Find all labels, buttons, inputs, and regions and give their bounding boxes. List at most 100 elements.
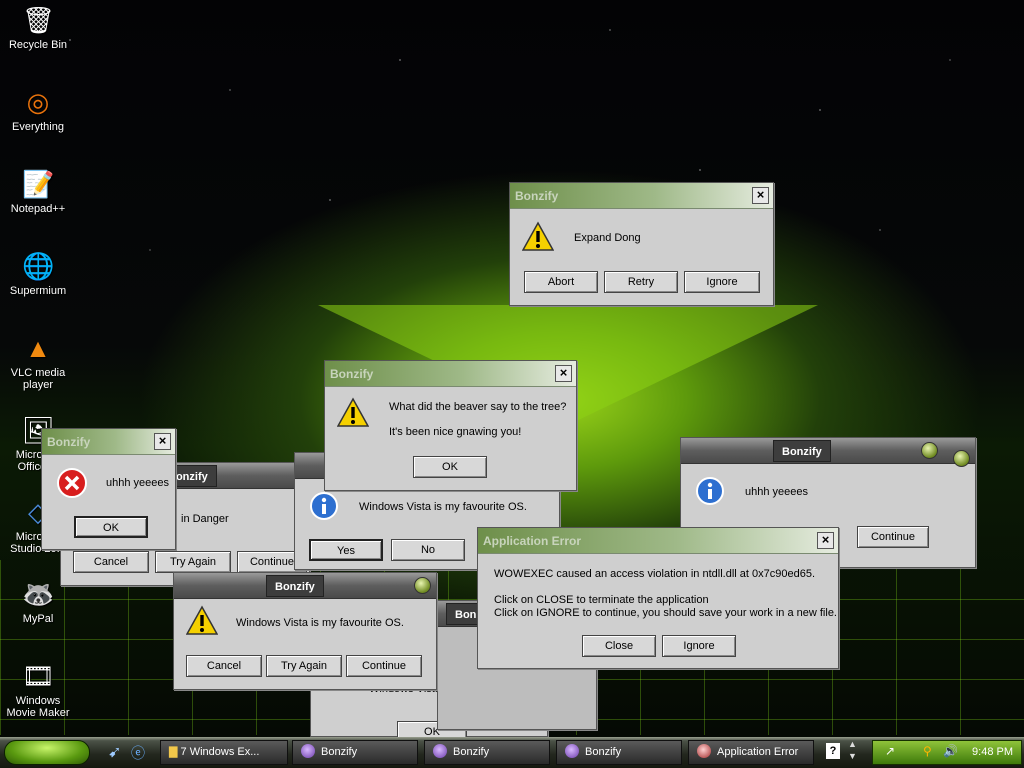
start-button[interactable] [4,740,90,765]
taskbar-item-bonzify-1[interactable]: Bonzify [292,740,418,765]
bonzi-icon [565,744,579,758]
dialog-title: Bonzify [330,367,374,381]
desktop-icon-vlc[interactable]: ▲ VLC media player [0,332,76,391]
dialog-title: Bonzify [266,575,324,597]
dialog-titlebar: Bonzify × [325,361,576,387]
down-arrow-icon[interactable]: ▼ [848,751,857,761]
search-tray-icon[interactable]: ⚲ [923,744,932,758]
taskbar-item-label: Bonzify [453,746,490,758]
taskbar-item-bonzify-2[interactable]: Bonzify [424,740,550,765]
continue-button[interactable]: Continue [346,655,422,677]
dialog-message: Windows Vista is my favourite OS. [359,501,527,513]
vlc-cone-icon: ▲ [25,333,51,363]
info-icon [696,477,724,505]
desktop-icon-label: Notepad++ [10,203,66,215]
info-icon [310,492,338,520]
dialog-titlebar: Bonzify × [42,429,175,455]
minimize-orb-icon[interactable] [921,442,938,459]
warning-icon [522,221,554,251]
error-line-2: Click on CLOSE to terminate the applicat… [494,594,709,606]
close-orb-icon[interactable] [414,577,431,594]
dialog-message: in Danger [181,513,229,525]
close-button[interactable]: Close [582,635,656,657]
warning-icon [186,605,218,635]
dialog-title: Bonzify [773,440,831,462]
folder-icon: ▇ [169,746,181,758]
try-again-button[interactable]: Try Again [155,551,231,573]
dialog-title: Bonzify [515,189,559,203]
dialog-title: Application Error [483,534,582,548]
desktop-icon-label: MyPal [22,613,54,625]
error-line-3: Click on IGNORE to continue, you should … [494,607,837,619]
desktop-icon-recycle-bin[interactable]: 🗑 Recycle Bin [0,4,76,51]
retry-button[interactable]: Retry [604,271,678,293]
close-icon[interactable]: × [555,365,572,382]
desktop-icon-everything[interactable]: ◎ Everything [0,86,76,133]
desktop-icon-label: Windows Movie Maker [6,695,70,719]
dialog-message: Expand Dong [574,232,641,244]
dialog-titlebar: Bonzify [681,438,975,467]
yes-button[interactable]: Yes [309,539,383,561]
mypal-icon: 🦝 [22,579,55,609]
warning-icon [337,397,369,427]
internet-explorer-icon[interactable]: ⓔ [131,743,145,763]
system-tray: ↗ ⚲ 🔊 9:48 PM [872,740,1022,765]
clock[interactable]: 9:48 PM [972,746,1013,758]
dialog-titlebar: Bonzify [174,573,436,599]
tray-arrow-icon[interactable]: ↗ [885,744,895,758]
ignore-button[interactable]: Ignore [684,271,760,293]
volume-icon[interactable]: 🔊 [943,744,958,758]
close-icon[interactable]: × [817,532,834,549]
supermium-icon: 🌐 [22,251,55,281]
close-icon[interactable]: × [154,433,171,450]
taskbar-item-label: Bonzify [585,746,622,758]
dialog-message: uhhh yeeees [745,486,808,498]
taskbar-item-label: Bonzify [321,746,358,758]
bonzi-icon [301,744,315,758]
taskbar-item-windows-explorer[interactable]: ▇ 7 Windows Ex... [160,740,288,765]
ignore-button[interactable]: Ignore [662,635,736,657]
dialog-application-error: Application Error × WOWEXEC caused an acc… [477,527,839,669]
ok-button[interactable]: OK [413,456,487,478]
close-orb-icon[interactable] [953,450,970,467]
dialog-titlebar: Bonzify × [510,183,773,209]
dialog-title: Bonzify [47,435,91,449]
desktop-icon-label: Supermium [9,285,67,297]
error-icon [57,468,87,498]
bonzi-icon [433,744,447,758]
no-button[interactable]: No [391,539,465,561]
dialog-message: uhhh yeeees [106,477,169,489]
dialog-message-2: It's been nice gnawing you! [389,426,522,438]
taskbar-item-bonzify-3[interactable]: Bonzify [556,740,682,765]
recycle-bin-icon: 🗑 [22,5,56,35]
try-again-button[interactable]: Try Again [266,655,342,677]
movie-maker-icon: 🎞 [22,661,56,691]
desktop-icon-label: VLC media player [10,367,66,391]
desktop-icon-label: Recycle Bin [8,39,68,51]
taskbar-item-label: 7 Windows Ex... [180,746,260,758]
dialog-titlebar: Application Error × [478,528,838,554]
everything-icon: ◎ [26,87,50,117]
dialog-expand: Bonzify × Expand Dong Abort Retry Ignore [509,182,774,306]
cancel-button[interactable]: Cancel [73,551,149,573]
continue-button[interactable]: Continue [857,526,929,548]
taskbar-item-application-error[interactable]: Application Error [688,740,814,765]
error-line-1: WOWEXEC caused an access violation in nt… [494,568,815,580]
desktop-icon-supermium[interactable]: 🌐 Supermium [0,250,76,297]
desktop-icon-notepadpp[interactable]: 📝 Notepad++ [0,168,76,215]
taskbar-item-label: Application Error [717,746,799,758]
help-icon[interactable]: ? [826,743,840,759]
cancel-button[interactable]: Cancel [186,655,262,677]
up-arrow-icon[interactable]: ▲ [848,739,857,749]
dialog-vista-main: Bonzify Windows Vista is my favourite OS… [173,572,437,690]
abort-button[interactable]: Abort [524,271,598,293]
close-icon[interactable]: × [752,187,769,204]
dialog-message-1: What did the beaver say to the tree? [389,401,567,413]
error-app-icon [697,744,711,758]
notepadpp-icon: 📝 [22,169,55,199]
dialog-uhhh-left: Bonzify × uhhh yeeees OK [41,428,176,550]
desktop-icon-movie-maker[interactable]: 🎞 Windows Movie Maker [0,660,76,719]
ok-button[interactable]: OK [74,516,148,538]
taskbar: ➹ ⓔ ▇ 7 Windows Ex... Bonzify Bonzify Bo… [0,737,1024,768]
quick-launch-cursor-icon[interactable]: ➹ [108,742,121,762]
